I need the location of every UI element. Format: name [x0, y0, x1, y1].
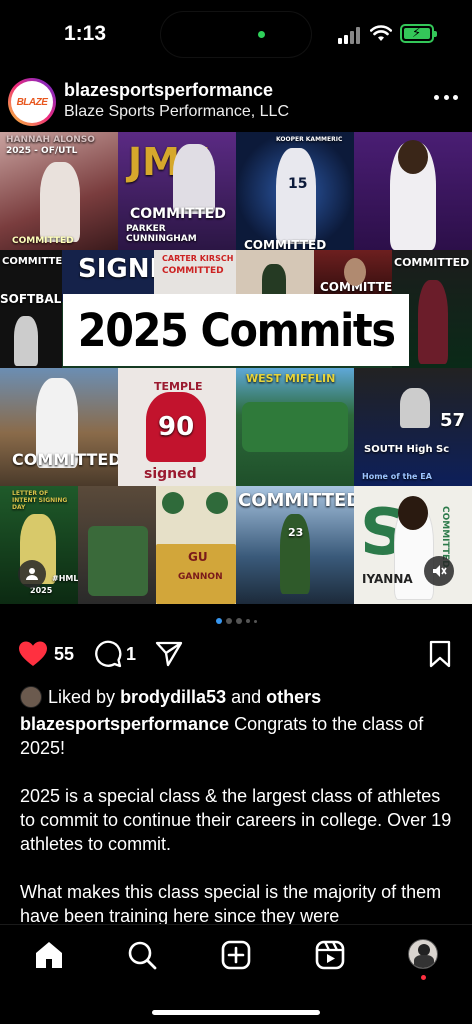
caption-paragraph: What makes this class special is the maj… — [20, 882, 442, 926]
collage-tile: TEMPLE 90 signed — [118, 368, 236, 486]
collage-tile: HANNAH ALONSO 2025 - OF/UTL COMMITTED — [0, 132, 118, 250]
bottom-tab-bar — [0, 924, 472, 1024]
collage-tile: SOUTH High Sc 57 Home of the EA — [354, 368, 472, 486]
collage-tile: COMMITTED 23 — [236, 486, 354, 604]
liked-by-others[interactable]: others — [266, 687, 321, 707]
cellular-signal-icon — [338, 26, 364, 44]
bookmark-icon[interactable] — [428, 640, 452, 668]
home-icon[interactable] — [33, 939, 65, 971]
send-icon[interactable] — [155, 640, 183, 668]
collage-tile: JMU COMMITTED PARKER CUNNINGHAM — [118, 132, 236, 250]
comment-icon[interactable] — [94, 640, 122, 668]
caption-username[interactable]: blazesportsperformance — [20, 714, 229, 734]
search-icon[interactable] — [126, 939, 158, 971]
carousel-indicator — [0, 616, 472, 626]
collage-tile: GU GANNON — [156, 486, 236, 604]
status-bar: 1:13 ⚡ — [0, 0, 472, 70]
create-post-icon[interactable] — [220, 939, 252, 971]
collage-tile: WEST MIFFLIN — [236, 368, 354, 486]
profile-avatar[interactable] — [408, 939, 438, 969]
liked-by-avatar — [20, 686, 42, 708]
status-time: 1:13 — [64, 22, 107, 45]
collage-tile: KOOPER KAMMERIC 15 COMMITTED — [236, 132, 354, 250]
post-image-collage[interactable]: HANNAH ALONSO 2025 - OF/UTL COMMITTED JM… — [0, 132, 472, 604]
collage-tile: COMMITTED — [0, 368, 118, 486]
post-caption: blazesportsperformance Congrats to the c… — [20, 712, 460, 952]
carousel-dot — [245, 619, 250, 623]
collage-tile: LETTER OF INTENT SIGNING DAY 2025 #HML — [0, 486, 78, 604]
post-display-name[interactable]: Blaze Sports Performance, LLC — [64, 103, 289, 121]
dynamic-island — [161, 12, 311, 57]
carousel-dot-active — [215, 618, 222, 624]
person-tag-icon[interactable] — [18, 560, 46, 588]
speaker-muted-icon[interactable] — [424, 556, 454, 586]
wifi-icon — [370, 25, 392, 41]
collage-tile — [354, 132, 472, 250]
more-options-icon[interactable] — [434, 95, 458, 101]
post-header: BLAZE blazesportsperformance Blaze Sport… — [0, 70, 472, 132]
collage-tile: S IYANNA COMMITTED — [354, 486, 472, 604]
home-indicator — [152, 1010, 320, 1015]
caption-paragraph: 2025 is a special class & the largest cl… — [20, 786, 452, 854]
reels-icon[interactable] — [314, 939, 346, 971]
post-actions: 55 1 — [0, 632, 472, 676]
avatar-logo-text: BLAZE — [16, 96, 48, 108]
comments-count[interactable]: 1 — [126, 644, 136, 665]
liked-by-row[interactable]: Liked by brodydilla53 and others — [20, 686, 321, 708]
collage-tile — [78, 486, 156, 604]
carousel-dot — [235, 618, 242, 624]
carousel-dot — [253, 619, 257, 623]
heart-filled-icon[interactable] — [18, 640, 48, 668]
collage-tile: COMMITTED SOFTBALL — [0, 250, 62, 368]
post-avatar[interactable]: BLAZE — [8, 78, 56, 126]
camera-indicator-icon — [258, 31, 265, 38]
liked-by-username[interactable]: brodydilla53 — [120, 687, 226, 707]
carousel-dot — [225, 618, 232, 624]
post-username[interactable]: blazesportsperformance — [64, 80, 273, 101]
notification-dot — [421, 975, 426, 980]
battery-charging-icon: ⚡ — [400, 24, 437, 43]
collage-headline: 2025 Commits — [63, 294, 409, 366]
likes-count[interactable]: 55 — [54, 644, 74, 665]
